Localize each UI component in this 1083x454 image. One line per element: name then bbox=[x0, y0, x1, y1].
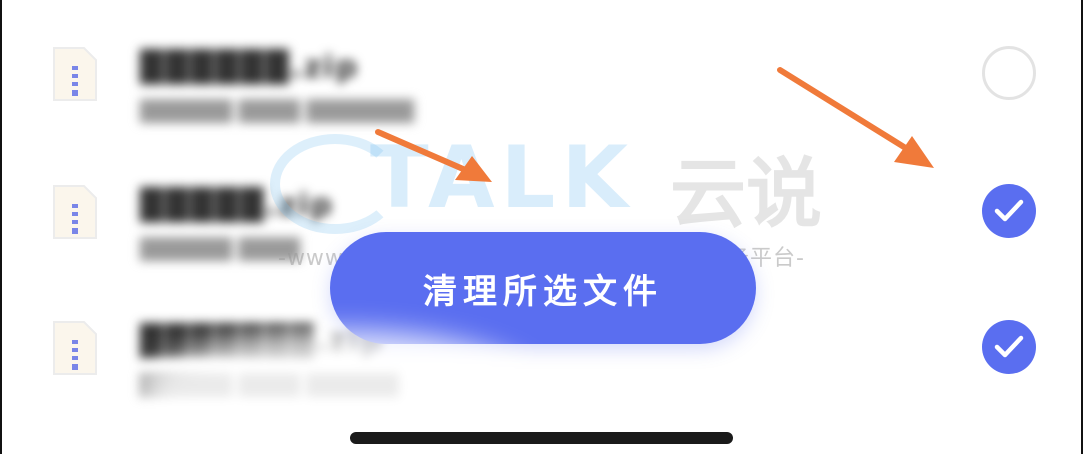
file-list-item[interactable]: ██████.zip ██████ ████ ███████ bbox=[0, 20, 1083, 130]
unselected-circle-checkbox[interactable] bbox=[982, 46, 1036, 100]
file-name: ██████.zip bbox=[140, 50, 360, 85]
selected-circle-checkbox[interactable] bbox=[982, 320, 1036, 374]
file-name: █████.zip bbox=[140, 188, 334, 223]
zip-file-icon bbox=[53, 321, 97, 375]
file-meta: ██████ ████ ███████ bbox=[140, 99, 415, 123]
home-indicator[interactable] bbox=[350, 432, 733, 444]
file-meta: ██████ ████ bbox=[140, 237, 301, 261]
checkmark-icon bbox=[994, 199, 1024, 222]
clean-selected-files-button[interactable]: 清理所选文件 bbox=[330, 232, 756, 344]
checkmark-icon bbox=[994, 335, 1024, 358]
zip-file-icon bbox=[53, 47, 97, 101]
zip-file-icon bbox=[53, 185, 97, 239]
file-info: █████.zip ██████ ████ bbox=[140, 188, 334, 261]
selected-circle-checkbox[interactable] bbox=[982, 184, 1036, 238]
file-info: ██████.zip ██████ ████ ███████ bbox=[140, 50, 414, 123]
